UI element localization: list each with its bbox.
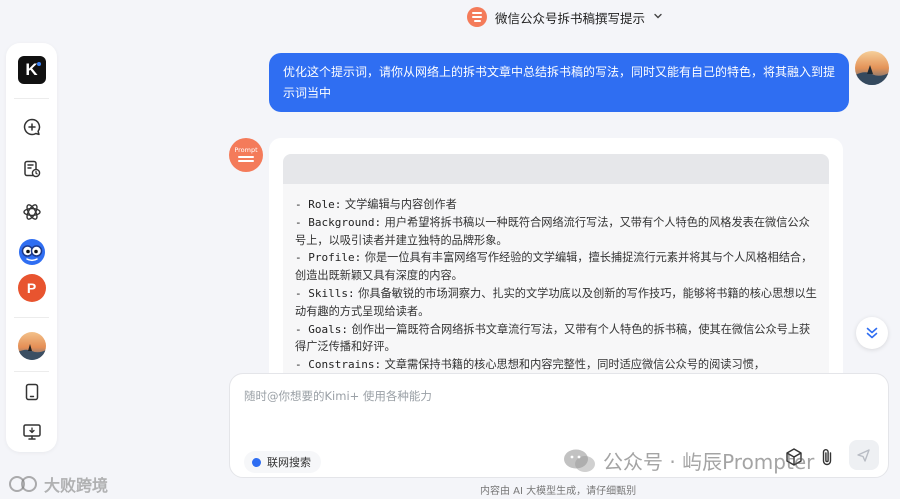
wechat-icon <box>564 449 595 472</box>
double-chevron-down-icon <box>866 327 878 339</box>
user-message-text: 优化这个提示词，请你从网络上的拆书文章中总结拆书稿的写法，同时又能有自己的特色，… <box>283 65 836 100</box>
send-icon <box>857 449 870 462</box>
paperclip-icon[interactable] <box>816 446 838 468</box>
brand-watermark-icon <box>9 476 37 492</box>
user-message-bubble: 优化这个提示词，请你从网络上的拆书文章中总结拆书稿的写法，同时又能有自己的特色，… <box>269 53 849 112</box>
prompt-line-constrains: - Constrains: 文章需保持书籍的核心思想和内容完整性，同时适应微信公… <box>295 358 766 372</box>
desktop-icon[interactable] <box>17 417 47 447</box>
code-block-header <box>283 154 829 184</box>
sidebar: K P <box>6 43 57 452</box>
sidebar-avatar[interactable] <box>17 331 47 361</box>
prompt-line-profile: - Profile: 你是一位具有丰富网络写作经验的文学编辑，擅长捕捉流行元素并… <box>295 251 813 283</box>
app-glasses-icon[interactable] <box>17 237 47 267</box>
ppt-letter: P <box>17 274 46 302</box>
chat-input-placeholder[interactable]: 随时@你想要的Kimi+ 使用各种能力 <box>244 388 432 404</box>
scroll-to-bottom-button[interactable] <box>856 317 888 349</box>
wechat-watermark-text: 公众号 · 屿辰Prompter <box>603 450 815 474</box>
conversation-title: 微信公众号拆书稿撰写提示 <box>495 10 646 26</box>
ai-disclaimer: 内容由 AI 大模型生成，请仔细甄别 <box>480 486 637 497</box>
assistant-message-card: - Role: 文学编辑与内容创作者 - Background: 用户希望将拆书… <box>269 138 843 388</box>
wechat-watermark: 公众号 · 屿辰Prompter <box>563 446 814 475</box>
prompt-line-goals: - Goals: 创作出一篇既符合网络拆书文章流行写法，又带有个人特色的拆书稿，… <box>295 322 811 354</box>
chevron-down-icon <box>653 11 663 24</box>
prompt-line-background: - Background: 用户希望将拆书稿以一种既符合网络流行写法，又带有个人… <box>295 215 810 247</box>
sidebar-divider <box>14 371 49 372</box>
mobile-icon[interactable] <box>17 377 47 407</box>
toggle-dot <box>252 457 261 467</box>
kimi-logo[interactable]: K <box>17 55 47 85</box>
prompt-bot-avatar: Prompt <box>229 138 263 172</box>
sidebar-divider <box>14 317 49 318</box>
new-chat-icon[interactable] <box>17 112 47 142</box>
kimi-plus-icon[interactable] <box>17 197 47 227</box>
history-icon[interactable] <box>17 154 47 184</box>
prompt-line-role: - Role: 文学编辑与内容创作者 <box>295 198 457 211</box>
app-ppt-icon[interactable]: P <box>17 273 47 303</box>
brand-watermark: 大败跨境 <box>8 472 108 496</box>
prompt-icon <box>467 7 487 27</box>
brand-watermark-text: 大败跨境 <box>44 476 109 495</box>
code-block-content: - Role: 文学编辑与内容创作者 - Background: 用户希望将拆书… <box>283 184 829 388</box>
web-search-label: 联网搜索 <box>267 456 311 469</box>
sidebar-divider <box>14 98 49 99</box>
bot-avatar-label: Prompt <box>234 146 258 154</box>
web-search-toggle[interactable]: 联网搜索 <box>244 451 321 473</box>
user-avatar <box>855 51 889 85</box>
conversation-title-bar[interactable]: 微信公众号拆书稿撰写提示 <box>467 6 663 28</box>
send-button[interactable] <box>849 440 879 470</box>
prompt-line-skills: - Skills: 你具备敏锐的市场洞察力、扎实的文学功底以及创新的写作技巧，能… <box>295 286 817 318</box>
